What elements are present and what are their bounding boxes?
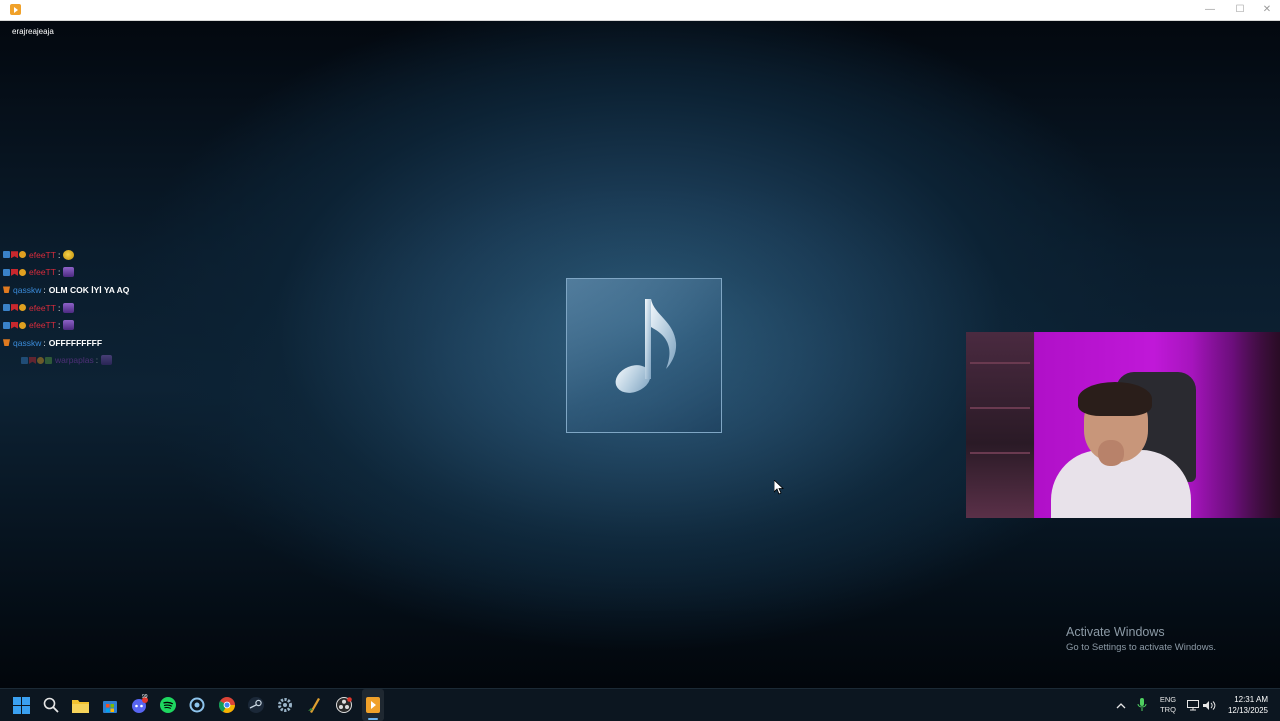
chat-emote-icon xyxy=(63,249,75,260)
language-line2: TRQ xyxy=(1160,705,1176,714)
chat-badge-red-icon xyxy=(11,251,18,259)
discord-notification-badge: 99 xyxy=(142,694,148,700)
spotify-icon[interactable] xyxy=(159,696,177,714)
taskbar: 99 ENG TRQ 12:31 AM 12/13/2025 xyxy=(0,688,1280,721)
chat-badge-orange-icon xyxy=(3,286,10,294)
chat-badge-red-icon xyxy=(11,268,18,276)
chat-separator: : xyxy=(43,284,46,295)
chat-username[interactable]: efeeTT xyxy=(29,250,56,260)
chat-badge-gold-icon xyxy=(19,304,26,312)
microphone-icon[interactable] xyxy=(1133,696,1151,714)
music-note-icon xyxy=(615,299,677,393)
chat-badge-gold-icon xyxy=(37,356,44,364)
maximize-button[interactable]: ☐ xyxy=(1225,2,1255,18)
settings-icon[interactable] xyxy=(276,696,294,714)
chat-badge-blue-icon xyxy=(3,268,10,276)
chat-badge-orange-icon xyxy=(3,339,10,347)
chat-separator: : xyxy=(57,320,61,331)
steam-icon[interactable] xyxy=(247,696,265,714)
chevron-up-icon[interactable] xyxy=(1112,696,1130,714)
media-player-icon[interactable] xyxy=(364,696,382,714)
discord-icon[interactable]: 99 xyxy=(130,694,148,714)
minimize-button[interactable]: — xyxy=(1195,2,1225,18)
store-icon[interactable] xyxy=(101,696,119,714)
chat-badge-gold-icon xyxy=(19,321,26,329)
chat-message: efeeTT: xyxy=(3,299,203,317)
chat-message: efeeTT: xyxy=(3,316,203,334)
window-label: erajreajeaja xyxy=(12,27,54,36)
chat-message: qasskw: OFFFFFFFFF xyxy=(3,334,203,352)
chat-badge-red-icon xyxy=(29,356,36,364)
media-player-app-icon xyxy=(10,4,21,15)
webcam-feed xyxy=(966,332,1280,518)
chat-badges xyxy=(3,321,26,329)
system-clock[interactable]: 12:31 AM 12/13/2025 xyxy=(1222,694,1268,716)
video-area[interactable]: erajreajeaja efeeTT: efeeTT: qasskw: OLM CO… xyxy=(0,21,1280,688)
chat-badge-blue-icon xyxy=(3,321,10,329)
chat-badge-blue-icon xyxy=(21,356,28,364)
webcam-person-hand xyxy=(1098,440,1124,466)
chat-badge-blue-icon xyxy=(3,304,10,312)
chat-badge-red-icon xyxy=(11,304,18,312)
chat-badges xyxy=(3,268,26,276)
chat-username[interactable]: efeeTT xyxy=(29,320,56,330)
network-tool-icon[interactable] xyxy=(188,696,206,714)
close-button[interactable]: ✕ xyxy=(1252,2,1280,18)
chat-text: OLM COK İYİ YA AQ xyxy=(48,284,130,295)
chat-emote-icon xyxy=(63,302,75,313)
chat-message: warpaplas: xyxy=(3,352,203,370)
chat-badges xyxy=(3,286,10,294)
chat-badge-gold-icon xyxy=(19,268,26,276)
search-icon[interactable] xyxy=(42,696,60,714)
chat-text: OFFFFFFFFF xyxy=(48,337,103,348)
album-art-placeholder xyxy=(566,278,722,433)
chat-badges xyxy=(21,356,52,364)
chrome-icon[interactable] xyxy=(218,696,236,714)
chat-username[interactable]: efeeTT xyxy=(29,267,56,277)
chat-emote-icon xyxy=(101,355,113,366)
chat-badge-red-icon xyxy=(11,321,18,329)
clock-date: 12/13/2025 xyxy=(1227,706,1268,715)
pen-app-icon[interactable] xyxy=(305,696,323,714)
chat-emote-icon xyxy=(63,267,75,278)
chat-badge-gold-icon xyxy=(19,251,26,259)
language-indicator[interactable]: ENG TRQ xyxy=(1155,695,1181,715)
chat-username[interactable]: warpaplas xyxy=(55,355,94,365)
activate-windows-watermark: Activate Windows Go to Settings to activ… xyxy=(1066,625,1216,653)
chat-badges xyxy=(3,339,10,347)
window-title-bar: — ☐ ✕ xyxy=(0,0,1280,21)
chat-overlay: efeeTT: efeeTT: qasskw: OLM COK İYİ YA AQ ef… xyxy=(3,246,203,369)
chat-emote-icon xyxy=(63,320,75,331)
volume-icon[interactable] xyxy=(1200,696,1218,714)
chat-badge-green-icon xyxy=(45,356,52,364)
clock-time: 12:31 AM xyxy=(1234,695,1268,704)
chat-badges xyxy=(3,304,26,312)
chat-message: qasskw: OLM COK İYİ YA AQ xyxy=(3,281,203,299)
chat-separator: : xyxy=(43,337,46,348)
webcam-shelf xyxy=(966,332,1034,518)
language-line1: ENG xyxy=(1159,695,1177,704)
chat-message: efeeTT: xyxy=(3,264,203,282)
chat-separator: : xyxy=(57,302,61,313)
activate-windows-title: Activate Windows xyxy=(1066,625,1165,639)
chat-separator: : xyxy=(95,355,99,366)
webcam-person-hair xyxy=(1078,382,1152,416)
obs-icon[interactable] xyxy=(335,696,353,714)
chat-separator: : xyxy=(57,267,61,278)
chat-username[interactable]: qasskw xyxy=(13,285,41,295)
mouse-cursor-icon xyxy=(774,480,784,495)
activate-windows-subtitle: Go to Settings to activate Windows. xyxy=(1066,642,1216,653)
chat-message: efeeTT: xyxy=(3,246,203,264)
file-explorer-icon[interactable] xyxy=(71,696,89,714)
windows-start-icon[interactable] xyxy=(12,696,30,714)
chat-username[interactable]: efeeTT xyxy=(29,303,56,313)
chat-badges xyxy=(3,251,26,259)
chat-badge-blue-icon xyxy=(3,251,10,259)
chat-username[interactable]: qasskw xyxy=(13,338,41,348)
chat-separator: : xyxy=(57,249,61,260)
